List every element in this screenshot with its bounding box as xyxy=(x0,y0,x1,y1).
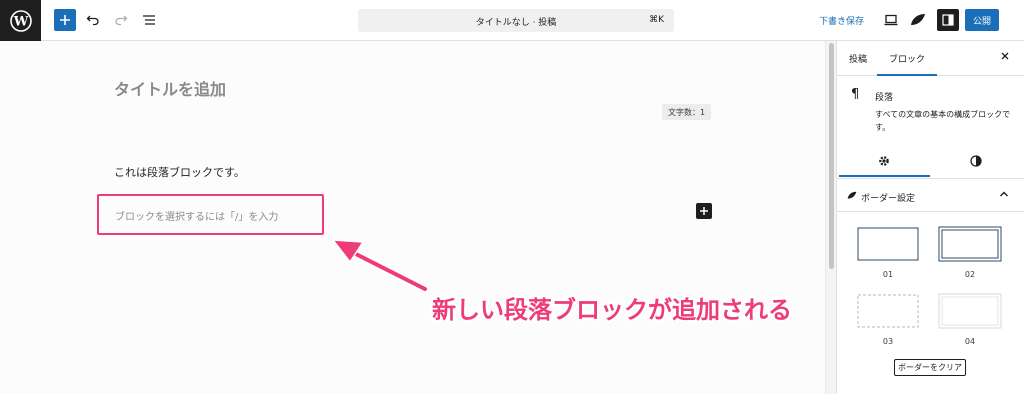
shortcut-hint: ⌘K xyxy=(649,15,664,25)
wordpress-logo[interactable]: W xyxy=(0,0,41,41)
canvas-scrollbar[interactable] xyxy=(825,41,836,394)
settings-toggle-button[interactable] xyxy=(937,9,959,31)
sidebar-tabs: 投稿 ブロック xyxy=(837,41,1024,76)
list-view-button[interactable] xyxy=(141,12,157,28)
desktop-preview-icon xyxy=(884,14,898,26)
chevron-up-icon xyxy=(999,190,1009,201)
border-option-04[interactable] xyxy=(937,291,1007,331)
svg-text:W: W xyxy=(12,14,28,29)
styles-button[interactable] xyxy=(909,12,927,28)
tab-styles[interactable] xyxy=(931,155,1021,170)
redo-icon xyxy=(115,15,128,26)
block-inserter-button[interactable] xyxy=(696,203,712,219)
preview-button[interactable] xyxy=(883,12,899,28)
publish-button[interactable]: 公開 xyxy=(965,9,999,31)
style-icon xyxy=(911,14,925,25)
list-view-icon xyxy=(143,15,155,25)
tab-block[interactable]: ブロック xyxy=(889,52,925,65)
border-option-label: 03 xyxy=(882,337,894,346)
active-tab-indicator xyxy=(877,74,937,76)
add-block-button[interactable] xyxy=(54,9,76,31)
command-palette-button[interactable]: タイトルなし · 投稿 ⌘K xyxy=(358,9,674,32)
gear-icon xyxy=(879,156,889,166)
active-subtab-indicator xyxy=(839,175,930,177)
panel-title: ボーダー設定 xyxy=(861,194,916,204)
plus-icon xyxy=(60,15,70,25)
sidebar-toggle-icon xyxy=(942,14,954,26)
plus-icon xyxy=(700,207,708,215)
border-option-02[interactable] xyxy=(937,224,1007,264)
block-description: すべての文章の基本の構成ブロックです。 xyxy=(875,110,1011,132)
close-sidebar-button[interactable] xyxy=(1000,50,1010,64)
border-option-label: 02 xyxy=(964,270,976,279)
border-option-label: 01 xyxy=(882,270,894,279)
clear-border-button[interactable]: ボーダーをクリア xyxy=(894,359,966,376)
post-title-input[interactable]: タイトルを追加 xyxy=(114,76,226,100)
new-block-placeholder: ブロックを選択するには「/」を入力 xyxy=(115,212,279,223)
block-name: 段落 xyxy=(875,93,894,103)
scrollbar-thumb[interactable] xyxy=(829,43,834,269)
settings-sidebar: 投稿 ブロック ¶ 段落 すべての文章の基本の構成ブロックです。 ボーダー設定 … xyxy=(836,41,1024,394)
pilcrow-icon: ¶ xyxy=(851,87,860,102)
border-option-label: 04 xyxy=(964,337,976,346)
border-settings-panel-toggle[interactable]: ボーダー設定 xyxy=(837,179,1024,212)
border-option-03[interactable] xyxy=(855,291,925,331)
contrast-icon xyxy=(970,155,982,167)
new-paragraph-block[interactable]: ブロックを選択するには「/」を入力 xyxy=(97,194,324,235)
close-icon xyxy=(1001,52,1009,60)
tab-settings[interactable] xyxy=(839,155,929,170)
style-icon xyxy=(847,191,857,203)
save-draft-button[interactable]: 下書き保存 xyxy=(819,14,864,27)
border-option-01[interactable] xyxy=(855,224,925,264)
tab-post[interactable]: 投稿 xyxy=(849,52,867,65)
redo-button[interactable] xyxy=(113,12,129,28)
undo-icon xyxy=(86,15,99,26)
undo-button[interactable] xyxy=(85,12,101,28)
document-title: タイトルなし · 投稿 xyxy=(475,18,557,28)
char-count-badge: 文字数：1 xyxy=(662,104,712,120)
callout-text: 新しい段落ブロックが追加される xyxy=(432,296,792,324)
editor-header: W タイトルなし · 投稿 ⌘K 下書き保存 公開 xyxy=(0,0,1024,41)
paragraph-block[interactable]: これは段落ブロックです。 xyxy=(114,164,245,180)
